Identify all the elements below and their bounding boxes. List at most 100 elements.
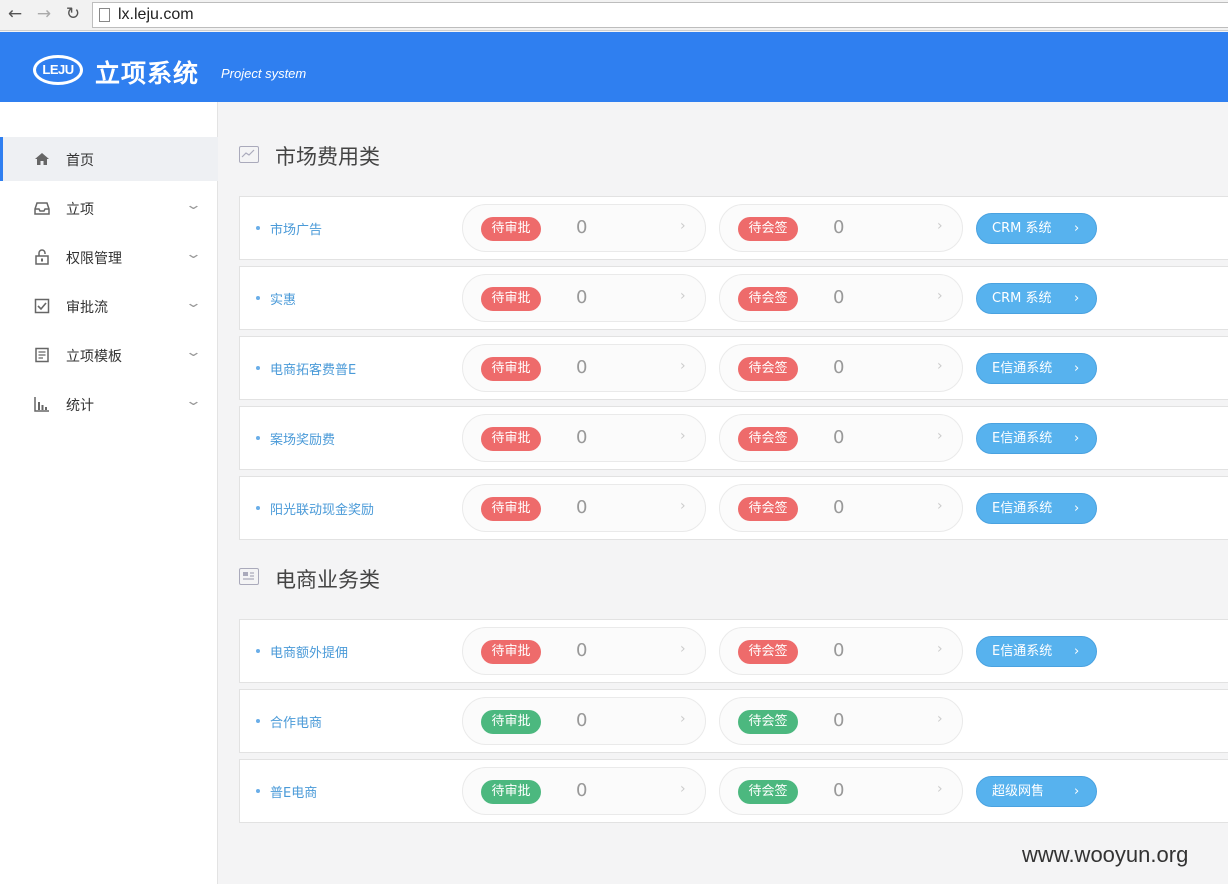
checkbox-icon [34,298,50,314]
category-link[interactable]: 市场广告 [270,219,322,238]
system-link-button[interactable]: E信通系统 › [976,636,1097,667]
category-link[interactable]: 电商拓客费普E [270,359,356,378]
system-link-button[interactable]: E信通系统 › [976,423,1097,454]
sidebar-item-label: 立项 [66,202,94,218]
bullet-dot [256,719,260,723]
pending-approval-pill[interactable]: 待审批 0 › [462,627,706,675]
chevron-right-icon: › [1074,361,1080,376]
watermark: www.wooyun.org [1022,842,1189,867]
pending-cosign-badge: 待会签 [738,497,798,521]
chevron-right-icon: › [937,641,943,657]
sidebar-item-label: 权限管理 [66,251,122,267]
pending-approval-badge: 待审批 [481,640,541,664]
sidebar-item-label: 立项模板 [66,349,122,365]
sidebar-item-templates[interactable]: 立项模板 ⌄ [0,333,218,377]
category-link[interactable]: 普E电商 [270,782,317,801]
system-link-button[interactable]: CRM 系统 › [976,283,1097,314]
pending-approval-badge: 待审批 [481,217,541,241]
leju-logo[interactable]: LEJU [33,55,83,85]
pending-approval-pill[interactable]: 待审批 0 › [462,274,706,322]
pending-cosign-badge: 待会签 [738,640,798,664]
pending-approval-count: 0 [576,497,588,518]
back-arrow-icon[interactable]: ← [5,4,25,24]
sidebar-item-approval-flow[interactable]: 审批流 ⌄ [0,284,218,328]
system-link-label: CRM 系统 [992,221,1052,236]
chevron-right-icon: › [937,288,943,304]
chevron-right-icon: › [680,288,686,304]
pending-cosign-count: 0 [833,287,845,308]
forward-arrow-icon[interactable]: → [34,4,54,24]
category-link[interactable]: 实惠 [270,289,296,308]
address-bar[interactable]: lx.leju.com [92,2,1228,28]
pending-approval-pill[interactable]: 待审批 0 › [462,767,706,815]
pending-cosign-count: 0 [833,217,845,238]
pending-cosign-badge: 待会签 [738,780,798,804]
system-link-label: E信通系统 [992,501,1053,516]
chevron-right-icon: › [1074,431,1080,446]
pending-approval-badge: 待审批 [481,287,541,311]
pending-cosign-pill[interactable]: 待会签 0 › [719,344,963,392]
reload-icon[interactable]: ↻ [63,4,83,24]
category-link[interactable]: 电商额外提佣 [270,642,348,661]
home-icon [34,151,50,167]
sidebar-item-home[interactable]: 首页 [0,137,218,181]
category-row: 电商额外提佣 待审批 0 › 待会签 0 › E信通系统 › [239,619,1228,683]
pending-approval-count: 0 [576,427,588,448]
news-icon [239,568,259,585]
pending-approval-badge: 待审批 [481,710,541,734]
bullet-dot [256,366,260,370]
bullet-dot [256,789,260,793]
bar-chart-icon [34,396,50,412]
pending-approval-pill[interactable]: 待审批 0 › [462,484,706,532]
system-link-button[interactable]: 超级网售 › [976,776,1097,807]
sidebar-item-statistics[interactable]: 统计 ⌄ [0,382,218,426]
pending-cosign-badge: 待会签 [738,287,798,311]
category-link[interactable]: 合作电商 [270,712,322,731]
bullet-dot [256,296,260,300]
app-header: LEJU 立项系统 Project system [0,32,1228,102]
pending-cosign-pill[interactable]: 待会签 0 › [719,274,963,322]
sidebar-item-project[interactable]: 立项 ⌄ [0,186,218,230]
pending-cosign-pill[interactable]: 待会签 0 › [719,484,963,532]
bullet-dot [256,506,260,510]
system-link-button[interactable]: E信通系统 › [976,493,1097,524]
category-link[interactable]: 案场奖励费 [270,429,335,448]
system-link-button[interactable]: CRM 系统 › [976,213,1097,244]
chevron-right-icon: › [937,498,943,514]
pending-approval-count: 0 [576,287,588,308]
document-icon [34,347,50,363]
pending-cosign-count: 0 [833,357,845,378]
pending-approval-pill[interactable]: 待审批 0 › [462,344,706,392]
chevron-down-icon: ⌄ [184,345,203,360]
system-link-label: E信通系统 [992,361,1053,376]
sidebar-item-label: 首页 [66,153,94,169]
pending-approval-count: 0 [576,640,588,661]
pending-approval-pill[interactable]: 待审批 0 › [462,414,706,462]
app-subtitle: Project system [221,66,307,81]
bullet-dot [256,436,260,440]
pending-approval-count: 0 [576,217,588,238]
sidebar-item-permissions[interactable]: 权限管理 ⌄ [0,235,218,279]
pending-cosign-pill[interactable]: 待会签 0 › [719,414,963,462]
system-link-label: E信通系统 [992,644,1053,659]
pending-approval-badge: 待审批 [481,427,541,451]
system-link-label: CRM 系统 [992,291,1052,306]
inbox-icon [34,200,50,216]
pending-cosign-pill[interactable]: 待会签 0 › [719,627,963,675]
pending-cosign-count: 0 [833,640,845,661]
system-link-button[interactable]: E信通系统 › [976,353,1097,384]
app-title: 立项系统 [95,59,200,88]
browser-toolbar: ← → ↻ lx.leju.com [0,0,1228,31]
chevron-right-icon: › [1074,644,1080,659]
pending-cosign-pill[interactable]: 待会签 0 › [719,697,963,745]
system-link-label: E信通系统 [992,431,1053,446]
pending-approval-pill[interactable]: 待审批 0 › [462,697,706,745]
category-row: 实惠 待审批 0 › 待会签 0 › CRM 系统 › [239,266,1228,330]
chevron-down-icon: ⌄ [184,247,203,262]
pending-cosign-pill[interactable]: 待会签 0 › [719,204,963,252]
pending-cosign-badge: 待会签 [738,217,798,241]
pending-cosign-pill[interactable]: 待会签 0 › [719,767,963,815]
sidebar: 首页 立项 ⌄ 权限管理 ⌄ 审批流 ⌄ 立项模板 ⌄ 统计 ⌄ [0,102,218,884]
category-link[interactable]: 阳光联动现金奖励 [270,499,374,518]
pending-approval-pill[interactable]: 待审批 0 › [462,204,706,252]
